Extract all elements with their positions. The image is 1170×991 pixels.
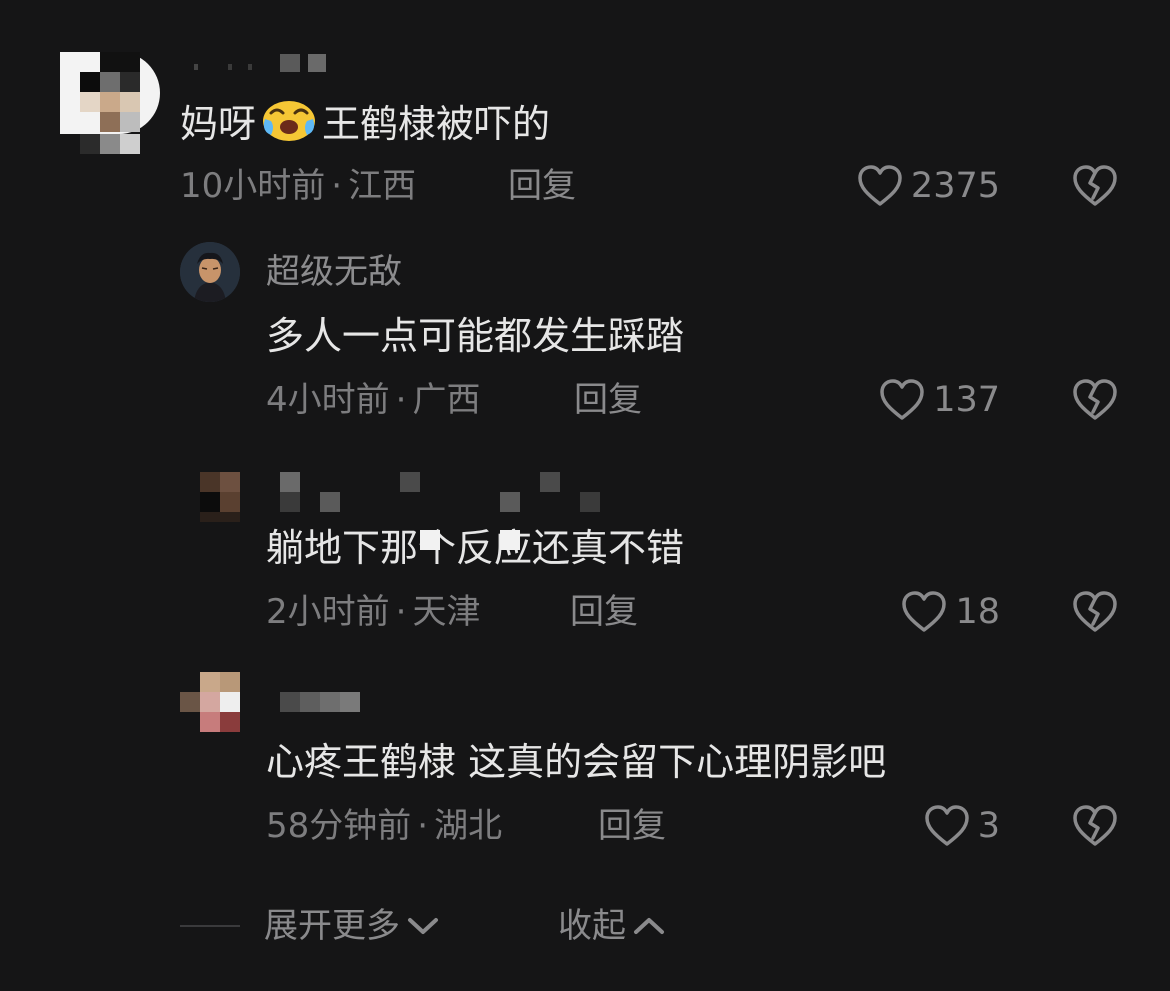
avatar-pixelated[interactable]	[60, 52, 160, 154]
timestamp: 10小时前	[180, 166, 326, 206]
username-pixelated[interactable]	[280, 692, 360, 712]
expand-more-label: 展开更多	[264, 906, 400, 946]
reply-button[interactable]: 回复	[574, 380, 642, 420]
location: 天津	[412, 592, 481, 632]
username-pixelated[interactable]	[186, 52, 346, 74]
reply-button[interactable]: 回复	[598, 806, 666, 846]
comment-text: 多人一点可能都发生踩踏	[266, 314, 685, 358]
timestamp: 58分钟前	[266, 806, 412, 846]
mosaic-patch	[420, 530, 440, 550]
like-button[interactable]: 2375	[857, 162, 1000, 210]
divider-line	[180, 925, 240, 927]
username-pixelated[interactable]	[270, 472, 610, 512]
heart-outline-icon	[901, 590, 947, 634]
like-count: 18	[955, 592, 1000, 632]
broken-heart-icon[interactable]	[1072, 164, 1118, 208]
timestamp: 2小时前	[266, 592, 390, 632]
username[interactable]: 超级无敌	[266, 252, 402, 292]
expand-more-button[interactable]: 展开更多	[264, 906, 440, 946]
comment-text: 妈呀 王鹤棣被吓的	[180, 97, 550, 153]
location: 湖北	[434, 806, 503, 846]
comment-meta: 2小时前 · 天津	[266, 592, 481, 632]
comment-meta: 4小时前 · 广西	[266, 380, 481, 420]
like-count: 3	[977, 806, 1000, 846]
comment-section: 妈呀 王鹤棣被吓的 10小时前 · 江西 回复 2375 超级无敌 多人一点可能…	[0, 0, 1170, 991]
comment-text: 心疼王鹤棣 这真的会留下心理阴影吧	[266, 740, 887, 784]
comment-meta: 58分钟前 · 湖北	[266, 806, 503, 846]
collapse-button[interactable]: 收起	[558, 906, 666, 946]
location: 广西	[412, 380, 481, 420]
collapse-label: 收起	[558, 906, 626, 946]
comment-meta: 10小时前 · 江西	[180, 166, 417, 206]
like-count: 2375	[910, 166, 1000, 206]
like-count: 137	[933, 380, 1000, 420]
avatar[interactable]	[180, 242, 240, 302]
broken-heart-icon[interactable]	[1072, 590, 1118, 634]
heart-outline-icon	[879, 378, 925, 422]
like-button[interactable]: 3	[924, 802, 1000, 850]
like-button[interactable]: 137	[879, 376, 1000, 424]
heart-outline-icon	[857, 164, 903, 208]
reply-button[interactable]: 回复	[570, 592, 638, 632]
avatar-pixelated[interactable]	[180, 672, 240, 732]
chevron-up-icon	[632, 915, 666, 937]
laughing-crying-emoji-icon	[259, 97, 319, 153]
chevron-down-icon	[406, 915, 440, 937]
like-button[interactable]: 18	[901, 588, 1000, 636]
reply-button[interactable]: 回复	[508, 166, 576, 206]
heart-outline-icon	[924, 804, 970, 848]
timestamp: 4小时前	[266, 380, 390, 420]
broken-heart-icon[interactable]	[1072, 378, 1118, 422]
comment-text: 躺地下那个反应还真不错	[266, 526, 685, 570]
avatar-pixelated[interactable]	[180, 472, 240, 524]
mosaic-patch	[500, 530, 520, 550]
location: 江西	[348, 166, 417, 206]
broken-heart-icon[interactable]	[1072, 804, 1118, 848]
